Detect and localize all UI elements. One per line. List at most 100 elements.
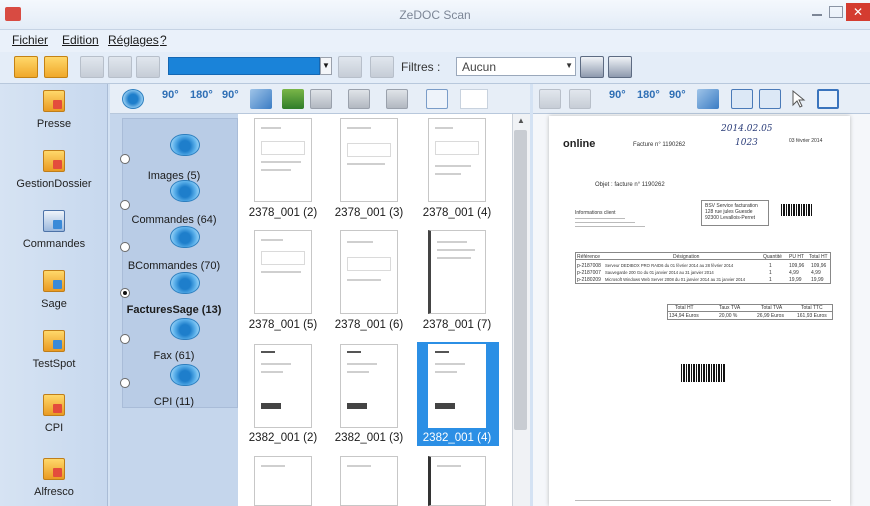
sidebar-item-sage[interactable]: Sage bbox=[0, 270, 108, 310]
scan-multi-icon[interactable] bbox=[108, 56, 132, 78]
thumbnail-image[interactable] bbox=[254, 456, 312, 506]
table-header-ref: Référence bbox=[577, 254, 601, 260]
clipboard-icon bbox=[43, 210, 65, 232]
thumbnail-image[interactable] bbox=[254, 230, 312, 314]
page-copy-icon[interactable] bbox=[348, 89, 370, 109]
thumbnail-image[interactable] bbox=[428, 118, 486, 202]
menu-reglages[interactable]: Réglages bbox=[108, 33, 159, 47]
thumbnail-label[interactable]: 2378_001 (7) bbox=[417, 319, 497, 331]
image-edit-icon[interactable] bbox=[282, 89, 304, 109]
rotate-minus-90-button[interactable]: 90° bbox=[222, 89, 239, 101]
thumbnail-image[interactable] bbox=[254, 118, 312, 202]
totals-header-tva: Total TVA bbox=[761, 305, 783, 311]
thumbnail-label[interactable]: 2378_001 (5) bbox=[243, 319, 323, 331]
open-folder-icon[interactable] bbox=[44, 56, 68, 78]
thumbnail-label[interactable]: 2378_001 (6) bbox=[329, 319, 409, 331]
folder-icon bbox=[43, 90, 65, 112]
print-icon[interactable] bbox=[580, 56, 604, 78]
tree-radio[interactable] bbox=[120, 378, 130, 388]
menu-help[interactable]: ? bbox=[160, 33, 167, 47]
document-preview-page[interactable]: online Facture n° 1190262 03 février 201… bbox=[549, 116, 850, 506]
filtres-label: Filtres : bbox=[401, 60, 441, 74]
tree-radio[interactable] bbox=[120, 200, 130, 210]
crop-icon[interactable] bbox=[817, 89, 839, 109]
thumbnail-image[interactable] bbox=[340, 230, 398, 314]
rotate-180-button[interactable]: 180° bbox=[190, 89, 213, 101]
sidebar-item-label: Sage bbox=[41, 298, 67, 310]
stamp-icon[interactable] bbox=[759, 89, 781, 109]
menu-fichier[interactable]: Fichier bbox=[12, 33, 48, 47]
thumbnail-image[interactable] bbox=[340, 344, 398, 428]
close-button[interactable]: ✕ bbox=[846, 3, 870, 21]
thumbnail-label[interactable]: 2382_001 (3) bbox=[329, 432, 409, 444]
thumbnail-image[interactable] bbox=[340, 118, 398, 202]
scanner-folder-icon bbox=[170, 272, 200, 294]
scan-batch-icon[interactable] bbox=[136, 56, 160, 78]
export-icon[interactable] bbox=[370, 56, 394, 78]
scan-icon[interactable] bbox=[80, 56, 104, 78]
thumbnail-image[interactable] bbox=[428, 230, 486, 314]
print-preview-icon[interactable] bbox=[608, 56, 632, 78]
page-n-icon[interactable] bbox=[310, 89, 332, 109]
flip-icon[interactable] bbox=[250, 89, 272, 109]
document-type-dropdown-button[interactable]: ▼ bbox=[320, 57, 332, 75]
thumbnail-label[interactable]: 2382_001 (2) bbox=[243, 432, 323, 444]
tree-radio[interactable] bbox=[120, 334, 130, 344]
preview-rotate-180-button[interactable]: 180° bbox=[637, 89, 660, 101]
thumbnail-image[interactable] bbox=[254, 344, 312, 428]
table-row-desc: Microsoft Windows Web Server 2008 du 01 … bbox=[605, 277, 746, 282]
scrollbar-thumb[interactable] bbox=[514, 130, 527, 430]
filtres-select[interactable]: Aucun ▼ bbox=[456, 57, 576, 76]
invoice-object: Objet : facture n° 1190262 bbox=[595, 182, 665, 188]
rotate-90-button[interactable]: 90° bbox=[162, 89, 179, 101]
totals-header-tva-rate: Taux TVA bbox=[719, 305, 741, 311]
flip-icon[interactable] bbox=[697, 89, 719, 109]
totals-header-ht: Total HT bbox=[675, 305, 694, 311]
table-row-ref: p-2187008 bbox=[577, 263, 601, 269]
sidebar-item-alfresco[interactable]: Alfresco bbox=[0, 458, 108, 498]
table-row-total: 4,99 bbox=[811, 270, 821, 276]
sidebar-item-presse[interactable]: Presse bbox=[0, 90, 108, 130]
scanner-icon[interactable] bbox=[122, 89, 144, 109]
minimize-button[interactable] bbox=[808, 6, 826, 20]
preview-rotate-90-button[interactable]: 90° bbox=[609, 89, 626, 101]
zoom-field[interactable] bbox=[460, 89, 488, 109]
menu-edition[interactable]: Edition bbox=[62, 33, 99, 47]
sidebar-item-testspot[interactable]: TestSpot bbox=[0, 330, 108, 370]
redo-icon[interactable] bbox=[569, 89, 591, 109]
billing-line-3: 92300 Levallois-Perret bbox=[705, 215, 756, 221]
ocr-icon[interactable] bbox=[426, 89, 448, 109]
thumbnail-label[interactable]: 2378_001 (2) bbox=[243, 207, 323, 219]
tree-item-label: BCommandes (70) bbox=[127, 260, 221, 272]
thumbnail-image[interactable] bbox=[428, 456, 486, 506]
sidebar-item-label: Commandes bbox=[22, 238, 86, 250]
thumbnail-label[interactable]: 2378_001 (4) bbox=[417, 207, 497, 219]
new-folder-icon[interactable] bbox=[14, 56, 38, 78]
preview-rotate-minus-90-button[interactable]: 90° bbox=[669, 89, 686, 101]
tree-radio[interactable] bbox=[120, 154, 130, 164]
sidebar-item-gestiondossier[interactable]: GestionDossier bbox=[0, 150, 108, 190]
table-header-total: Total HT bbox=[809, 254, 828, 260]
send-icon[interactable] bbox=[338, 56, 362, 78]
filtres-value: Aucun bbox=[462, 60, 497, 74]
undo-icon[interactable] bbox=[539, 89, 561, 109]
maximize-button[interactable] bbox=[829, 6, 843, 18]
table-row-total: 109,96 bbox=[811, 263, 827, 269]
thumbnail-image[interactable] bbox=[340, 456, 398, 506]
document-type-select[interactable] bbox=[168, 57, 320, 75]
scanner-folder-icon bbox=[170, 134, 200, 156]
scroll-up-button[interactable]: ▲ bbox=[512, 114, 530, 128]
sidebar-item-commandes[interactable]: Commandes bbox=[0, 210, 108, 250]
thumbnail-label[interactable]: 2378_001 (3) bbox=[329, 207, 409, 219]
thumbnail-image-selected[interactable] bbox=[428, 344, 486, 428]
select-zone-icon[interactable] bbox=[731, 89, 753, 109]
thumbnail-label-selected[interactable]: 2382_001 (4) bbox=[417, 430, 497, 446]
sidebar-item-cpi[interactable]: CPI bbox=[0, 394, 108, 434]
table-row-total: 19,99 bbox=[811, 277, 824, 283]
tree-radio[interactable] bbox=[120, 242, 130, 252]
pointer-icon[interactable] bbox=[789, 89, 811, 109]
page-merge-icon[interactable] bbox=[386, 89, 408, 109]
table-row-pu: 4,99 bbox=[789, 270, 799, 276]
tree-radio-selected[interactable] bbox=[120, 288, 130, 298]
scanner-folder-icon bbox=[170, 180, 200, 202]
